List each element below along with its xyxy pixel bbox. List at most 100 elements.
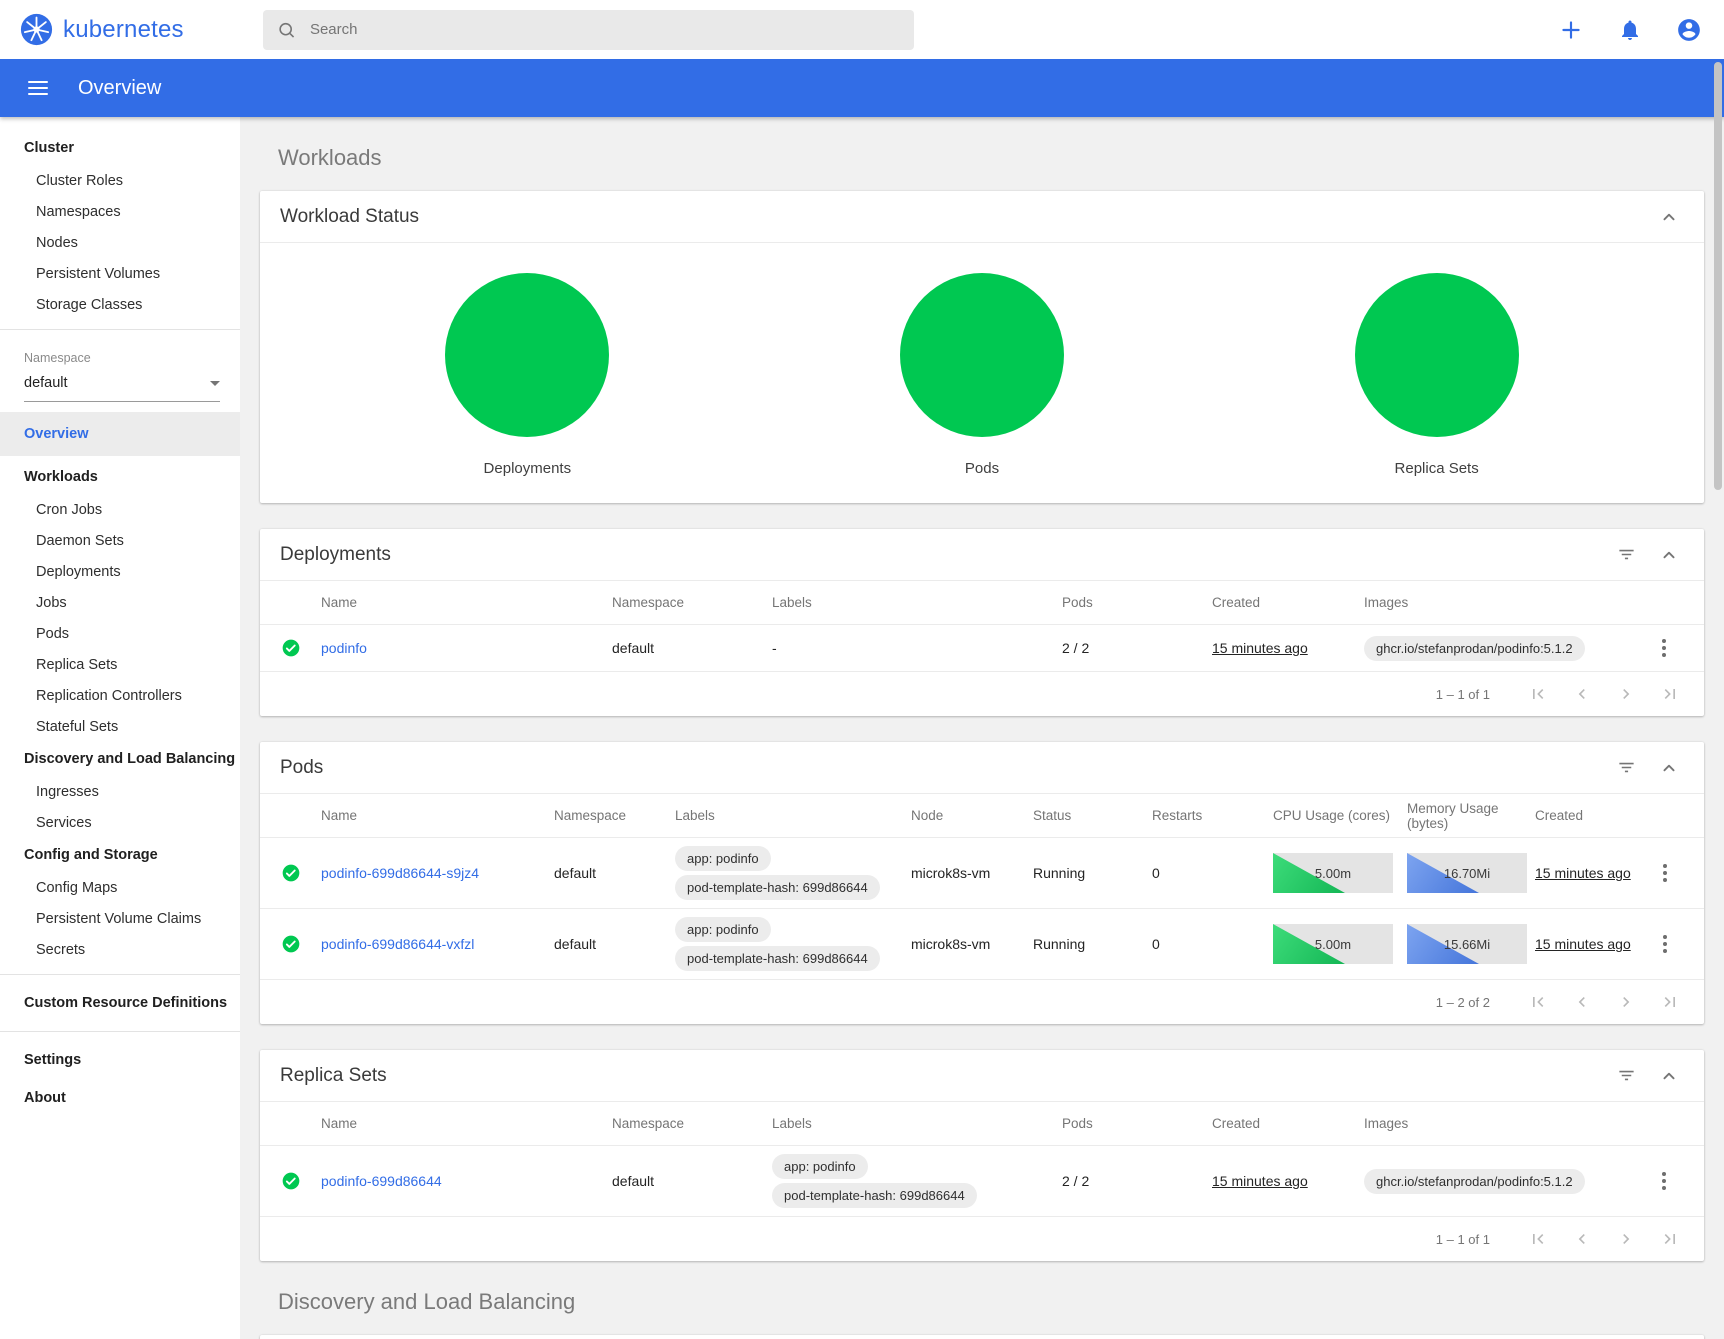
- created-time: 15 minutes ago: [1212, 640, 1308, 656]
- sidebar-item-config-maps[interactable]: Config Maps: [0, 872, 240, 903]
- filter-icon: [1617, 1066, 1636, 1085]
- sidebar-item-storage-classes[interactable]: Storage Classes: [0, 289, 240, 320]
- sidebar-item-secrets[interactable]: Secrets: [0, 934, 240, 965]
- col-header-name: Name: [321, 1116, 612, 1131]
- sidebar-item-overview[interactable]: Overview: [0, 412, 240, 456]
- search-bar[interactable]: [263, 10, 914, 50]
- chevron-right-icon: [1616, 992, 1636, 1012]
- sidebar-item-stateful-sets[interactable]: Stateful Sets: [0, 711, 240, 742]
- collapse-card-button[interactable]: [1654, 540, 1684, 570]
- sidebar-header-config-storage: Config and Storage: [0, 838, 240, 872]
- sidebar-item-services[interactable]: Services: [0, 807, 240, 838]
- sidebar-item-ingresses[interactable]: Ingresses: [0, 776, 240, 807]
- last-page-button[interactable]: [1658, 682, 1682, 706]
- collapse-card-button[interactable]: [1654, 202, 1684, 232]
- card-actions: [1613, 753, 1684, 783]
- card-actions: [1613, 1061, 1684, 1091]
- sidebar-item-persistent-volumes[interactable]: Persistent Volumes: [0, 258, 240, 289]
- deployment-link[interactable]: podinfo: [321, 640, 367, 656]
- first-page-button[interactable]: [1526, 682, 1550, 706]
- card-title: Replica Sets: [280, 1065, 1613, 1087]
- col-header-pods: Pods: [1062, 595, 1212, 610]
- donut-chart-replica-sets: Replica Sets: [1212, 273, 1662, 477]
- sidebar-item-custom-resource-definitions[interactable]: Custom Resource Definitions: [0, 984, 240, 1022]
- last-page-button[interactable]: [1658, 990, 1682, 1014]
- replica-sets-donut: [1355, 273, 1519, 437]
- cell-restarts: 0: [1152, 936, 1273, 952]
- next-page-button[interactable]: [1614, 990, 1638, 1014]
- sidebar-item-about[interactable]: About: [0, 1079, 240, 1117]
- topbar: kubernetes: [0, 0, 1724, 59]
- card-actions: [1613, 540, 1684, 570]
- sidebar-item-persistent-volume-claims[interactable]: Persistent Volume Claims: [0, 903, 240, 934]
- replica-sets-card: Replica Sets Name Namespace Labels: [260, 1050, 1704, 1261]
- topbar-actions: [1554, 13, 1724, 47]
- sidebar-item-pods[interactable]: Pods: [0, 618, 240, 649]
- last-page-button[interactable]: [1658, 1227, 1682, 1251]
- scrollbar[interactable]: [1714, 62, 1722, 490]
- row-menu-button[interactable]: [1650, 634, 1678, 662]
- col-header-images: Images: [1364, 1116, 1650, 1131]
- deployments-donut: [445, 273, 609, 437]
- prev-page-button[interactable]: [1570, 990, 1594, 1014]
- donut-label: Deployments: [484, 460, 572, 477]
- filter-button[interactable]: [1613, 541, 1640, 568]
- sidebar-item-daemon-sets[interactable]: Daemon Sets: [0, 525, 240, 556]
- table-row: podinfo-699d86644 default app: podinfo p…: [260, 1146, 1704, 1217]
- sidebar-item-jobs[interactable]: Jobs: [0, 587, 240, 618]
- collapse-card-button[interactable]: [1654, 1061, 1684, 1091]
- menu-button[interactable]: [24, 77, 52, 99]
- sidebar-item-namespaces[interactable]: Namespaces: [0, 196, 240, 227]
- user-menu-button[interactable]: [1672, 13, 1706, 47]
- sidebar-item-cluster-roles[interactable]: Cluster Roles: [0, 165, 240, 196]
- first-page-button[interactable]: [1526, 1227, 1550, 1251]
- workload-status-card: Workload Status Deployments: [260, 191, 1704, 503]
- filter-icon: [1617, 758, 1636, 777]
- sidebar-item-cron-jobs[interactable]: Cron Jobs: [0, 494, 240, 525]
- card-header: Deployments: [260, 529, 1704, 581]
- sidebar-item-deployments[interactable]: Deployments: [0, 556, 240, 587]
- col-header-restarts: Restarts: [1152, 808, 1273, 823]
- next-page-button[interactable]: [1614, 1227, 1638, 1251]
- chevron-up-icon: [1658, 206, 1680, 228]
- chevron-up-icon: [1658, 1065, 1680, 1087]
- pod-link[interactable]: podinfo-699d86644-s9jz4: [321, 865, 479, 881]
- replica-set-link[interactable]: podinfo-699d86644: [321, 1173, 442, 1189]
- row-menu-button[interactable]: [1651, 930, 1679, 958]
- card-actions: [1654, 202, 1684, 232]
- sidebar-item-replication-controllers[interactable]: Replication Controllers: [0, 680, 240, 711]
- row-menu-button[interactable]: [1651, 859, 1679, 887]
- filter-button[interactable]: [1613, 1062, 1640, 1089]
- sidebar-item-nodes[interactable]: Nodes: [0, 227, 240, 258]
- col-header-labels: Labels: [675, 808, 911, 823]
- cell-namespace: default: [554, 865, 675, 881]
- label-chip: pod-template-hash: 699d86644: [675, 946, 880, 971]
- bell-icon: [1618, 18, 1642, 42]
- notifications-button[interactable]: [1614, 14, 1646, 46]
- first-page-button[interactable]: [1526, 990, 1550, 1014]
- card-title: Deployments: [280, 544, 1613, 566]
- status-ok-icon: [281, 863, 301, 883]
- prev-page-button[interactable]: [1570, 1227, 1594, 1251]
- prev-page-button[interactable]: [1570, 682, 1594, 706]
- sidebar-item-settings[interactable]: Settings: [0, 1041, 240, 1079]
- divider: [0, 974, 240, 975]
- memory-value: 15.66Mi: [1444, 937, 1490, 952]
- namespace-select[interactable]: default: [24, 367, 220, 402]
- sidebar-item-replica-sets[interactable]: Replica Sets: [0, 649, 240, 680]
- pod-link[interactable]: podinfo-699d86644-vxfzl: [321, 936, 474, 952]
- next-page-button[interactable]: [1614, 682, 1638, 706]
- cell-labels: -: [772, 640, 1062, 656]
- row-menu-button[interactable]: [1650, 1167, 1678, 1195]
- cpu-value: 5.00m: [1315, 937, 1351, 952]
- filter-button[interactable]: [1613, 754, 1640, 781]
- brand[interactable]: kubernetes: [0, 13, 240, 46]
- collapse-card-button[interactable]: [1654, 753, 1684, 783]
- create-resource-button[interactable]: [1554, 13, 1588, 47]
- table-header-row: Name Namespace Labels Node Status Restar…: [260, 794, 1704, 838]
- chevron-right-icon: [1616, 684, 1636, 704]
- pagination-range: 1 – 1 of 1: [1436, 1232, 1490, 1247]
- search-input[interactable]: [310, 21, 900, 38]
- cell-namespace: default: [612, 1173, 772, 1189]
- label-chip: app: podinfo: [675, 846, 771, 871]
